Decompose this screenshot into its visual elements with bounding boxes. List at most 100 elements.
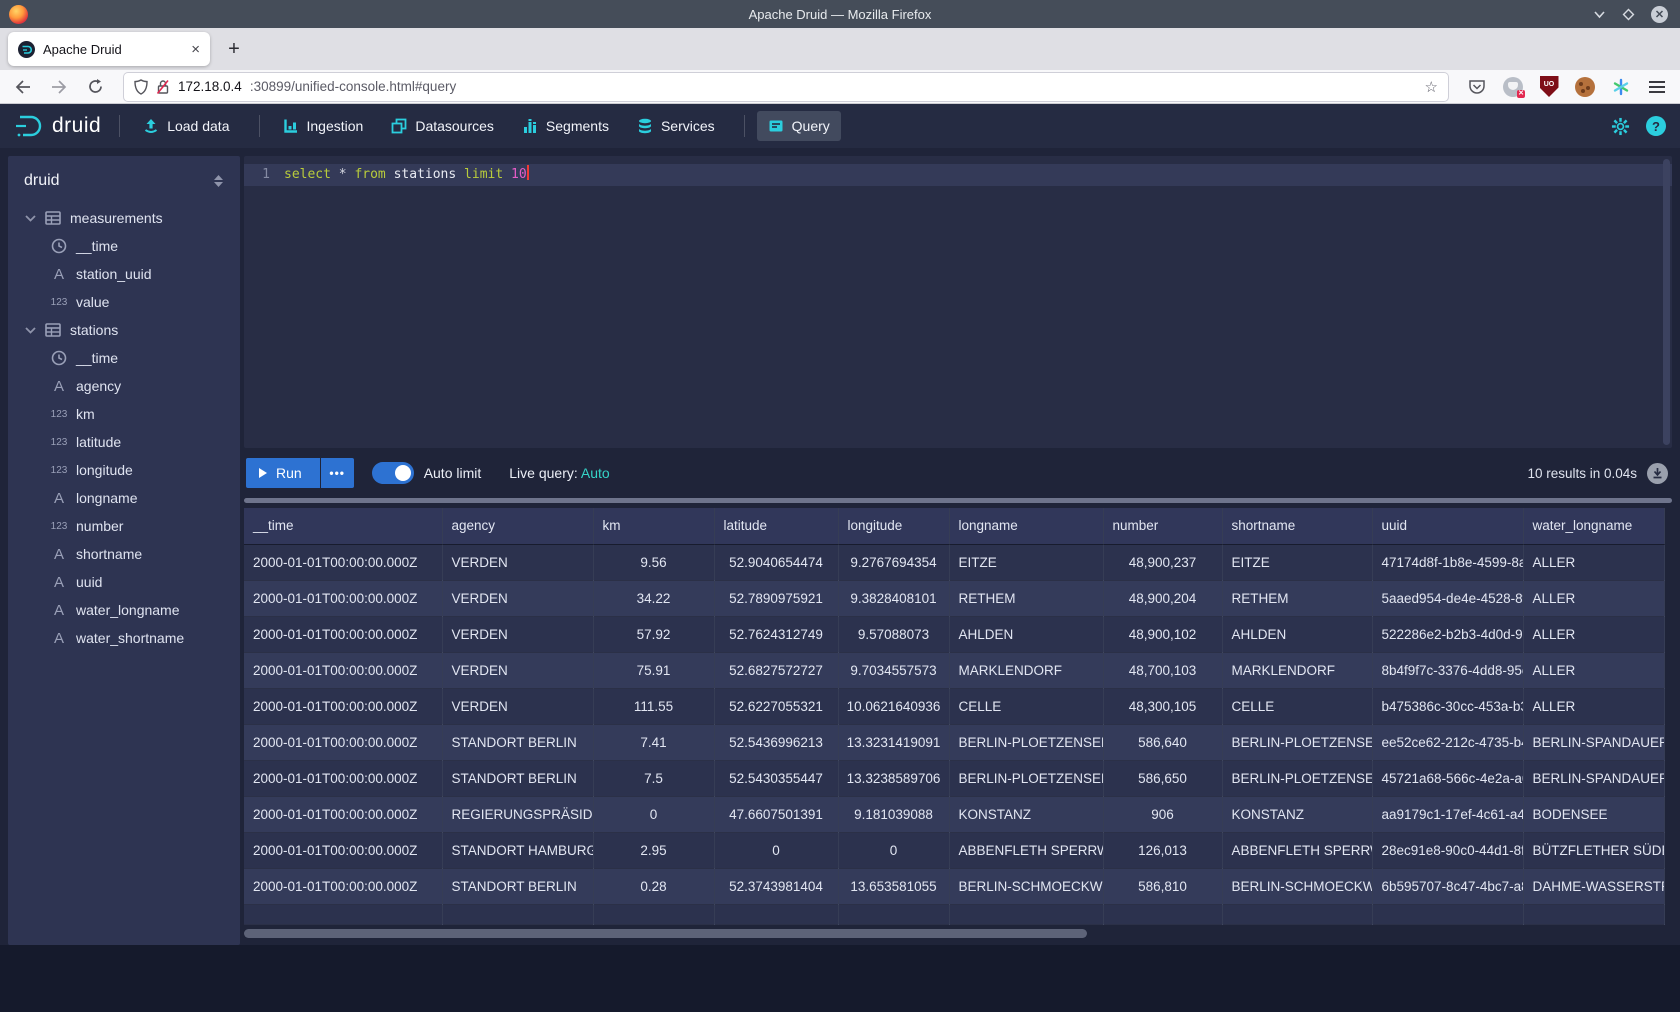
cell-__time[interactable]: 2000-01-01T00:00:00.000Z (244, 544, 442, 580)
cell-shortname[interactable]: BERLIN-PLOETZENSEE U (1222, 760, 1372, 796)
new-tab-button[interactable]: + (220, 35, 248, 63)
live-query-value[interactable]: Auto (581, 465, 610, 481)
cell-km[interactable]: 7.5 (593, 760, 714, 796)
cell-uuid[interactable]: 522286e2-b2b3-4d0d-9a (1372, 616, 1523, 652)
cell-agency[interactable]: VERDEN (442, 652, 593, 688)
chevron-down-icon[interactable] (22, 327, 38, 334)
column-item-longitude[interactable]: 123longitude (16, 456, 232, 484)
cell-longitude[interactable]: 9.7034557573 (838, 652, 949, 688)
cell-number[interactable]: 126,013 (1103, 832, 1222, 868)
column-header-km[interactable]: km (593, 508, 714, 544)
cell-uuid[interactable]: 47174d8f-1b8e-4599-8a (1372, 544, 1523, 580)
cell-longitude[interactable]: 0 (838, 832, 949, 868)
cell-shortname[interactable]: MARKLENDORF (1222, 652, 1372, 688)
cell-agency[interactable]: STANDORT HAMBURG (442, 832, 593, 868)
cell-water_longname[interactable]: ALLER (1523, 652, 1664, 688)
horizontal-scrollbar[interactable] (244, 927, 1672, 940)
cell-km[interactable]: 34.22 (593, 580, 714, 616)
insecure-lock-icon[interactable] (156, 79, 170, 95)
column-item-water_shortname[interactable]: Awater_shortname (16, 624, 232, 652)
back-button[interactable] (10, 74, 36, 100)
cell-shortname[interactable]: BERLIN-SCHMOECKWITZ (1222, 868, 1372, 904)
column-item-__time[interactable]: __time (16, 344, 232, 372)
cell-longitude[interactable]: 9.3828408101 (838, 580, 949, 616)
column-item-latitude[interactable]: 123latitude (16, 428, 232, 456)
cell-water_longname[interactable]: ALLER (1523, 688, 1664, 724)
column-item-longname[interactable]: Alongname (16, 484, 232, 512)
cell-shortname[interactable]: KONSTANZ (1222, 796, 1372, 832)
cell-__time[interactable]: 2000-01-01T00:00:00.000Z (244, 616, 442, 652)
column-item-shortname[interactable]: Ashortname (16, 540, 232, 568)
cell-uuid[interactable]: 5aaed954-de4e-4528-8f (1372, 580, 1523, 616)
cell-__time[interactable]: 2000-01-01T00:00:00.000Z (244, 724, 442, 760)
column-item-agency[interactable]: Aagency (16, 372, 232, 400)
ublock-origin-icon[interactable]: UO (1536, 74, 1562, 100)
minimize-icon[interactable] (1593, 10, 1606, 19)
cell-km[interactable]: 7.41 (593, 724, 714, 760)
column-header-__time[interactable]: __time (244, 508, 442, 544)
cell-water_longname[interactable]: BODENSEE (1523, 796, 1664, 832)
maximize-icon[interactable] (1622, 8, 1635, 21)
cell-km[interactable]: 0.28 (593, 868, 714, 904)
cell-agency[interactable]: VERDEN (442, 544, 593, 580)
cell-km[interactable]: 9.56 (593, 544, 714, 580)
column-header-longitude[interactable]: longitude (838, 508, 949, 544)
cell-uuid[interactable]: 8b4f9f7c-3376-4dd8-95c (1372, 652, 1523, 688)
nav-item-services[interactable]: Services (626, 111, 726, 141)
download-icon[interactable] (1647, 463, 1668, 484)
cell-number[interactable]: 48,300,105 (1103, 688, 1222, 724)
druid-logo[interactable]: druid (14, 113, 101, 139)
column-header-shortname[interactable]: shortname (1222, 508, 1372, 544)
cell-water_longname[interactable]: BÜTZFLETHER SÜDERE (1523, 832, 1664, 868)
cell-latitude[interactable]: 52.5430355447 (714, 760, 838, 796)
column-header-uuid[interactable]: uuid (1372, 508, 1523, 544)
cell-shortname[interactable]: RETHEM (1222, 580, 1372, 616)
cell-longitude[interactable]: 13.3231419091 (838, 724, 949, 760)
nav-item-load-data[interactable]: Load data (132, 111, 240, 141)
cell-__time[interactable]: 2000-01-01T00:00:00.000Z (244, 652, 442, 688)
cell-uuid[interactable]: 6b595707-8c47-4bc7-a8 (1372, 868, 1523, 904)
cell-shortname[interactable]: ABBENFLETH SPERRWEI (1222, 832, 1372, 868)
cell-number[interactable]: 48,700,103 (1103, 652, 1222, 688)
reload-button[interactable] (82, 74, 108, 100)
cell-longitude[interactable]: 10.0621640936 (838, 688, 949, 724)
cell-agency[interactable]: VERDEN (442, 580, 593, 616)
cell-__time[interactable]: 2000-01-01T00:00:00.000Z (244, 580, 442, 616)
table-item-stations[interactable]: stations (16, 316, 232, 344)
cell-latitude[interactable]: 52.7890975921 (714, 580, 838, 616)
cell-number[interactable]: 586,810 (1103, 868, 1222, 904)
splitter-handle[interactable] (244, 498, 1672, 503)
cell-longname[interactable]: BERLIN-PLOETZENSEE U (949, 760, 1103, 796)
scrollbar-thumb[interactable] (244, 929, 1087, 938)
cell-water_longname[interactable]: BERLIN-SPANDAUER-S (1523, 760, 1664, 796)
menu-icon[interactable] (1644, 74, 1670, 100)
cell-latitude[interactable]: 52.6827572727 (714, 652, 838, 688)
cell-km[interactable]: 0 (593, 796, 714, 832)
cell-number[interactable]: 906 (1103, 796, 1222, 832)
cell-__time[interactable]: 2000-01-01T00:00:00.000Z (244, 868, 442, 904)
cell-water_longname[interactable]: ALLER (1523, 544, 1664, 580)
help-icon[interactable]: ? (1646, 116, 1666, 136)
cell-uuid[interactable]: b475386c-30cc-453a-b3 (1372, 688, 1523, 724)
cell-longname[interactable]: BERLIN-SCHMOECKWITZ (949, 868, 1103, 904)
cell-latitude[interactable]: 52.6227055321 (714, 688, 838, 724)
cell-number[interactable]: 48,900,204 (1103, 580, 1222, 616)
cell-uuid[interactable]: 45721a68-566c-4e2a-a6 (1372, 760, 1523, 796)
cell-longitude[interactable]: 9.57088073 (838, 616, 949, 652)
column-item-uuid[interactable]: Auuid (16, 568, 232, 596)
cell-shortname[interactable]: EITZE (1222, 544, 1372, 580)
cell-number[interactable]: 586,640 (1103, 724, 1222, 760)
cell-number[interactable]: 586,650 (1103, 760, 1222, 796)
cell-water_longname[interactable]: ALLER (1523, 580, 1664, 616)
cell-water_longname[interactable]: ALLER (1523, 616, 1664, 652)
column-item-__time[interactable]: __time (16, 232, 232, 260)
tab-close-icon[interactable]: × (191, 42, 200, 57)
cell-longitude[interactable]: 13.653581055 (838, 868, 949, 904)
settings-gear-icon[interactable] (1611, 117, 1630, 136)
column-item-number[interactable]: 123number (16, 512, 232, 540)
auto-limit-toggle[interactable] (372, 462, 414, 484)
run-more-button[interactable]: ••• (321, 458, 354, 488)
cell-longname[interactable]: ABBENFLETH SPERRWEI (949, 832, 1103, 868)
cell-longitude[interactable]: 9.181039088 (838, 796, 949, 832)
run-button[interactable]: Run (246, 458, 320, 488)
